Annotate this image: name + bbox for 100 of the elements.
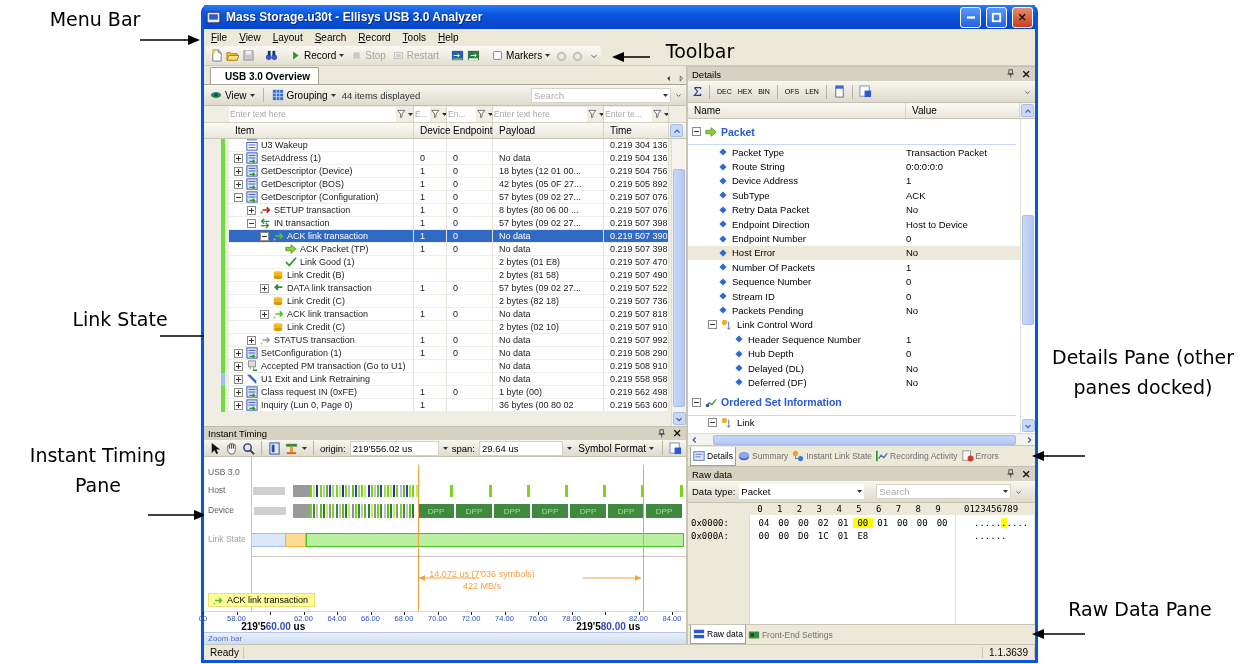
tree-row[interactable]: GetDescriptor (BOS) bbox=[229, 178, 414, 191]
toolbar-button[interactable]: Record bbox=[288, 47, 347, 64]
hex-byte[interactable]: 00 bbox=[892, 518, 913, 528]
expand-icon[interactable] bbox=[234, 153, 243, 163]
scrollbar-thumb[interactable] bbox=[1022, 215, 1034, 325]
hex-byte[interactable]: 04 bbox=[754, 518, 774, 528]
close-icon[interactable] bbox=[1022, 469, 1031, 479]
hex-byte[interactable]: 00 bbox=[773, 518, 794, 528]
hex-byte[interactable]: E8 bbox=[853, 531, 873, 541]
search-box[interactable]: Search bbox=[531, 87, 671, 103]
pin-icon[interactable] bbox=[1006, 69, 1016, 79]
hex-byte[interactable]: 01 bbox=[872, 518, 893, 528]
collapse-icon[interactable] bbox=[692, 127, 701, 136]
tree-row[interactable]: SetAddress (1) bbox=[229, 152, 414, 165]
menu-item[interactable]: View bbox=[234, 31, 266, 44]
tree-row[interactable]: GetDescriptor (Configuration) bbox=[229, 191, 414, 204]
detail-row[interactable]: Number Of Packets 1 bbox=[688, 260, 1020, 275]
save-icon[interactable] bbox=[669, 441, 682, 455]
detail-row[interactable]: Deferred (DF) No bbox=[688, 375, 1020, 390]
detail-row[interactable]: Device Address 1 bbox=[688, 173, 1020, 189]
tree-row[interactable]: Class request IN (0xFE) bbox=[229, 386, 414, 399]
detail-row[interactable]: Endpoint Number 0 bbox=[688, 231, 1020, 246]
detail-row[interactable]: Packet Type Transaction Packet bbox=[688, 145, 1020, 160]
collapse-icon[interactable] bbox=[692, 397, 701, 407]
sigma-icon[interactable] bbox=[692, 86, 703, 97]
collapse-icon[interactable] bbox=[708, 418, 717, 428]
pin-icon[interactable] bbox=[1006, 469, 1016, 479]
detail-row[interactable]: Link Control Word bbox=[688, 317, 1020, 333]
pane-tab[interactable]: Recording Activity bbox=[874, 446, 960, 466]
tree-row[interactable]: Link Credit (B) bbox=[229, 269, 414, 282]
menu-item[interactable]: File bbox=[206, 31, 233, 44]
data-type-dropdown[interactable]: Packet bbox=[739, 484, 865, 499]
expand-icon[interactable] bbox=[247, 205, 256, 215]
tree-row[interactable]: U3 Wakeup bbox=[229, 139, 414, 152]
detail-row[interactable]: Hub Depth 0 bbox=[688, 346, 1020, 361]
collapse-icon[interactable] bbox=[247, 218, 256, 228]
expand-icon[interactable] bbox=[234, 179, 243, 189]
detail-row[interactable]: SubType ACK bbox=[688, 188, 1020, 203]
pane-tab[interactable]: Instant Link State bbox=[790, 446, 875, 466]
expand-icon[interactable] bbox=[234, 166, 243, 176]
scroll-up-button[interactable] bbox=[670, 124, 683, 137]
scroll-left-icon[interactable] bbox=[664, 73, 673, 84]
expand-icon[interactable] bbox=[234, 387, 243, 397]
detail-row[interactable]: Header Sequence Number 1 bbox=[688, 332, 1020, 347]
scroll-right-icon[interactable] bbox=[677, 73, 686, 84]
binoculars-icon[interactable] bbox=[265, 49, 278, 62]
pane-tab[interactable]: Details bbox=[690, 446, 736, 466]
tree-row[interactable]: ACK Packet (TP) bbox=[229, 243, 414, 256]
tree-row[interactable]: Link Credit (C) bbox=[229, 321, 414, 334]
expand-icon[interactable] bbox=[234, 348, 243, 358]
hex-byte[interactable]: 01 bbox=[833, 518, 853, 528]
hex-byte[interactable]: 1C bbox=[813, 531, 834, 541]
search-field[interactable]: Search bbox=[534, 89, 663, 101]
hex-byte[interactable]: 00 bbox=[932, 518, 952, 528]
expand-icon[interactable] bbox=[234, 400, 243, 410]
pane-tab[interactable]: Summary bbox=[736, 446, 791, 466]
collapse-icon[interactable] bbox=[708, 320, 717, 330]
expand-icon[interactable] bbox=[247, 335, 256, 345]
search-field[interactable]: Search bbox=[879, 486, 1004, 497]
detail-row[interactable]: Link bbox=[688, 415, 1020, 431]
tree-row[interactable]: Link Good (1) bbox=[229, 256, 414, 269]
detail-row[interactable]: Sequence Number 0 bbox=[688, 274, 1020, 289]
detail-row[interactable]: Endpoint Direction Host to Device bbox=[688, 216, 1020, 232]
column-header[interactable]: Value bbox=[906, 103, 1020, 118]
menu-item[interactable]: Record bbox=[353, 31, 396, 44]
search-box[interactable]: Search bbox=[876, 484, 1012, 499]
save-icon[interactable] bbox=[858, 85, 872, 98]
close-icon[interactable] bbox=[1022, 69, 1031, 79]
pane-tab[interactable]: Front-End Settings bbox=[745, 625, 835, 644]
collapse-icon[interactable] bbox=[234, 192, 243, 202]
tree-row[interactable]: Accepted PM transaction (Go to U1) bbox=[229, 360, 414, 373]
tree-row[interactable]: ACK link transaction bbox=[229, 230, 414, 243]
column-header[interactable]: Item bbox=[229, 123, 414, 138]
detail-row[interactable]: Packets Pending No bbox=[688, 303, 1020, 318]
column-header[interactable]: Time bbox=[604, 123, 669, 138]
tree-row[interactable]: IN transaction bbox=[229, 217, 414, 230]
detail-row[interactable]: Route String 0:0:0:0:0 bbox=[688, 159, 1020, 174]
column-header[interactable]: Name bbox=[688, 103, 906, 118]
section-row[interactable]: Packet bbox=[688, 119, 1016, 145]
zoom-bar[interactable]: Zoom bar bbox=[204, 632, 686, 644]
expand-icon[interactable] bbox=[260, 309, 269, 319]
tree-row[interactable]: ACK link transaction bbox=[229, 308, 414, 321]
detail-row[interactable]: Host Error No bbox=[688, 245, 1020, 261]
grouping-button[interactable]: Grouping bbox=[269, 86, 338, 104]
detail-row[interactable]: Stream ID 0 bbox=[688, 288, 1020, 304]
tree-row[interactable]: Inquiry (Lun 0, Page 0) bbox=[229, 399, 414, 412]
maximize-button[interactable] bbox=[986, 6, 1007, 28]
hex-byte[interactable]: 00 bbox=[754, 531, 774, 541]
scroll-up-button[interactable] bbox=[1021, 104, 1034, 117]
column-header[interactable]: Payload bbox=[493, 123, 604, 138]
collapse-icon[interactable] bbox=[260, 231, 269, 241]
menu-item[interactable]: Tools bbox=[397, 31, 431, 44]
hand-icon[interactable] bbox=[225, 441, 238, 455]
hex-byte[interactable]: 00 bbox=[793, 518, 814, 528]
hex-byte[interactable]: D0 bbox=[793, 531, 814, 541]
menu-item[interactable]: Search bbox=[309, 31, 352, 44]
tree-row[interactable]: DATA link transaction bbox=[229, 282, 414, 295]
origin-field[interactable]: 219'556.02 us bbox=[349, 440, 439, 456]
folder-icon[interactable] bbox=[226, 49, 239, 62]
view-button[interactable]: View bbox=[208, 86, 257, 104]
